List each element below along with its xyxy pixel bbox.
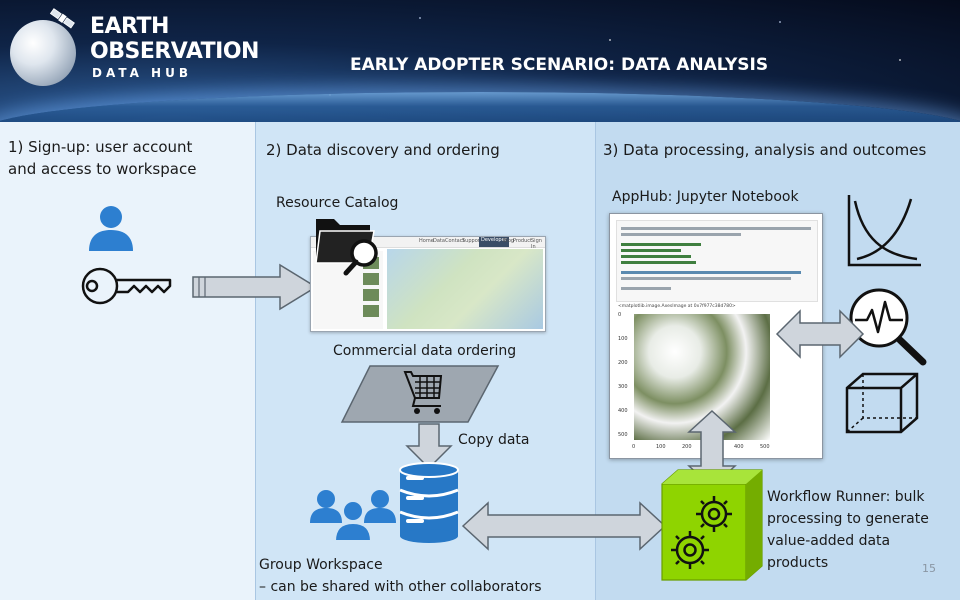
- database-icon: [399, 462, 459, 543]
- chart-icon: [847, 195, 921, 267]
- satellite-icon: [49, 8, 75, 29]
- logo-subtitle: DATA HUB: [92, 66, 192, 80]
- workflow-runner-label-4: products: [767, 555, 829, 571]
- workspace-runner-arrow: [461, 501, 667, 551]
- logo-line-2: OBSERVATION: [90, 39, 259, 64]
- key-icon: [81, 267, 172, 305]
- user-icon: [89, 206, 133, 251]
- ytick-300: 300: [618, 384, 628, 390]
- notebook-analysis-arrow: [775, 309, 865, 359]
- arrow-to-catalog: [192, 263, 318, 311]
- xtick-100: 100: [656, 444, 666, 450]
- apphub-label: AppHub: Jupyter Notebook: [612, 189, 799, 205]
- ytick-400: 400: [618, 408, 628, 414]
- group-workspace-label: Group Workspace: [259, 557, 383, 573]
- panel3-title: 3) Data processing, analysis and outcome…: [603, 141, 927, 159]
- header-banner: EARTH OBSERVATION DATA HUB EARLY ADOPTER…: [0, 0, 960, 122]
- ytick-0: 0: [618, 312, 622, 318]
- notebook-code-cell[interactable]: [616, 220, 818, 302]
- group-icon: [310, 490, 396, 542]
- catalog-nav-product[interactable]: Product: [513, 238, 532, 244]
- slide: EARTH OBSERVATION DATA HUB EARLY ADOPTER…: [0, 0, 960, 600]
- catalog-thumbnail[interactable]: [363, 305, 379, 317]
- catalog-thumbnail[interactable]: [363, 289, 379, 301]
- group-workspace-sublabel: – can be shared with other collaborators: [259, 579, 542, 595]
- xtick-500: 500: [760, 444, 770, 450]
- page-number: 15: [922, 562, 936, 575]
- ytick-500: 500: [618, 432, 628, 438]
- cube-icon: [845, 372, 919, 434]
- ytick-100: 100: [618, 336, 628, 342]
- panel2-title: 2) Data discovery and ordering: [266, 141, 500, 159]
- catalog-map[interactable]: [387, 249, 543, 329]
- resource-catalog-label: Resource Catalog: [276, 195, 399, 211]
- notebook-output-text: <matplotlib.image.AxesImage at 0x7f977c3…: [618, 304, 736, 309]
- copy-data-label: Copy data: [458, 432, 530, 448]
- folder-search-icon: [315, 219, 378, 276]
- slide-title: EARLY ADOPTER SCENARIO: DATA ANALYSIS: [350, 55, 769, 75]
- gears-icon: [671, 496, 732, 569]
- commercial-ordering-label: Commercial data ordering: [333, 343, 517, 359]
- logo-line-1: EARTH: [90, 14, 169, 39]
- workflow-runner-label-2: processing to generate: [767, 511, 929, 527]
- workflow-runner-label-3: value-added data: [767, 533, 891, 549]
- catalog-nav-home[interactable]: Home: [419, 238, 434, 244]
- panel1-title-line1: 1) Sign-up: user account: [8, 138, 193, 156]
- ytick-200: 200: [618, 360, 628, 366]
- panel-signup: [0, 122, 255, 600]
- workflow-runner-label-1: Workflow Runner: bulk: [767, 489, 925, 505]
- catalog-nav-data[interactable]: Data: [433, 238, 445, 244]
- xtick-0: 0: [632, 444, 636, 450]
- cart-icon: [403, 371, 443, 414]
- panel1-title-line2: and access to workspace: [8, 160, 197, 178]
